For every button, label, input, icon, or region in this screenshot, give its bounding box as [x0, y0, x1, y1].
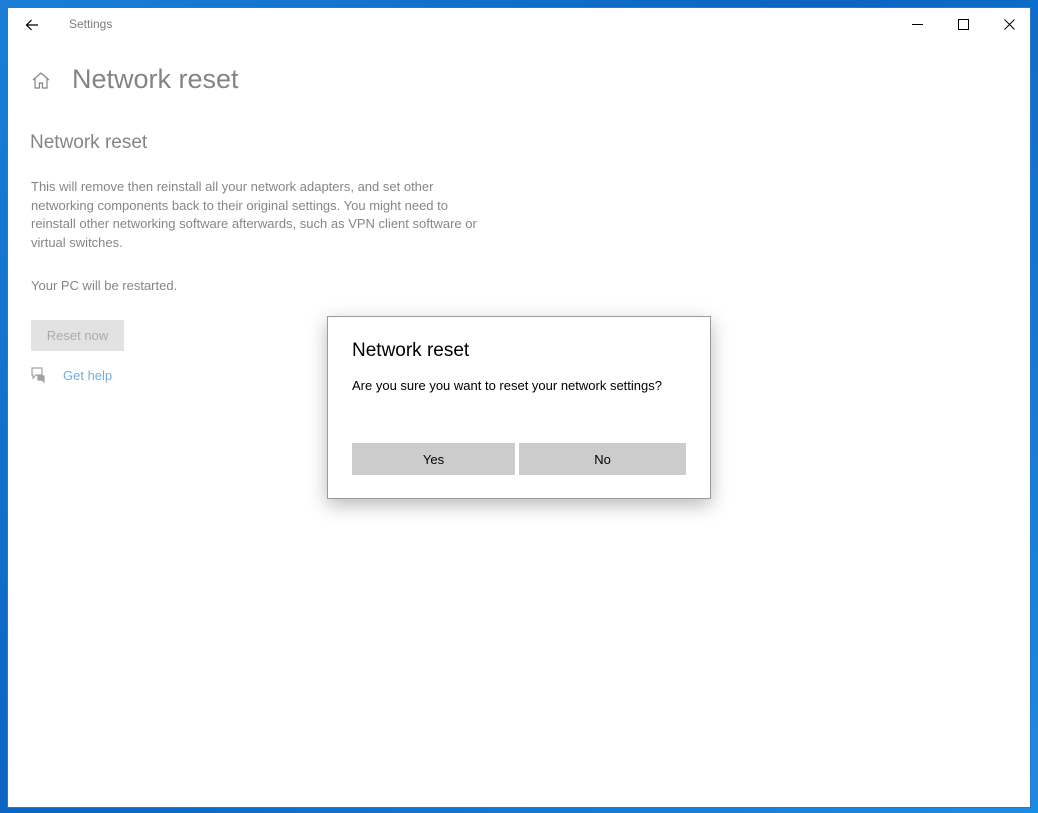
title-bar: Settings [8, 8, 1030, 41]
get-help-link[interactable]: Get help [63, 368, 112, 383]
page-title: Network reset [72, 64, 239, 94]
reset-now-button[interactable]: Reset now [31, 320, 124, 351]
app-title: Settings [69, 17, 113, 31]
restart-note: Your PC will be restarted. [31, 278, 178, 293]
dialog-title: Network reset [352, 340, 470, 361]
home-icon[interactable] [30, 70, 52, 92]
maximize-icon [957, 19, 969, 30]
back-button[interactable] [16, 8, 48, 41]
minimize-button[interactable] [894, 8, 940, 41]
maximize-button[interactable] [940, 8, 986, 41]
yes-button[interactable]: Yes [352, 443, 515, 475]
minimize-icon [911, 24, 923, 25]
back-arrow-icon [25, 19, 38, 30]
close-button[interactable] [986, 8, 1032, 41]
dialog-message: Are you sure you want to reset your netw… [352, 378, 662, 393]
chat-help-icon [31, 367, 45, 384]
no-button[interactable]: No [519, 443, 686, 475]
section-title: Network reset [30, 132, 148, 153]
close-icon [1003, 19, 1015, 30]
description-text: This will remove then reinstall all your… [31, 179, 477, 250]
network-reset-dialog: Network reset Are you sure you want to r… [327, 316, 711, 499]
